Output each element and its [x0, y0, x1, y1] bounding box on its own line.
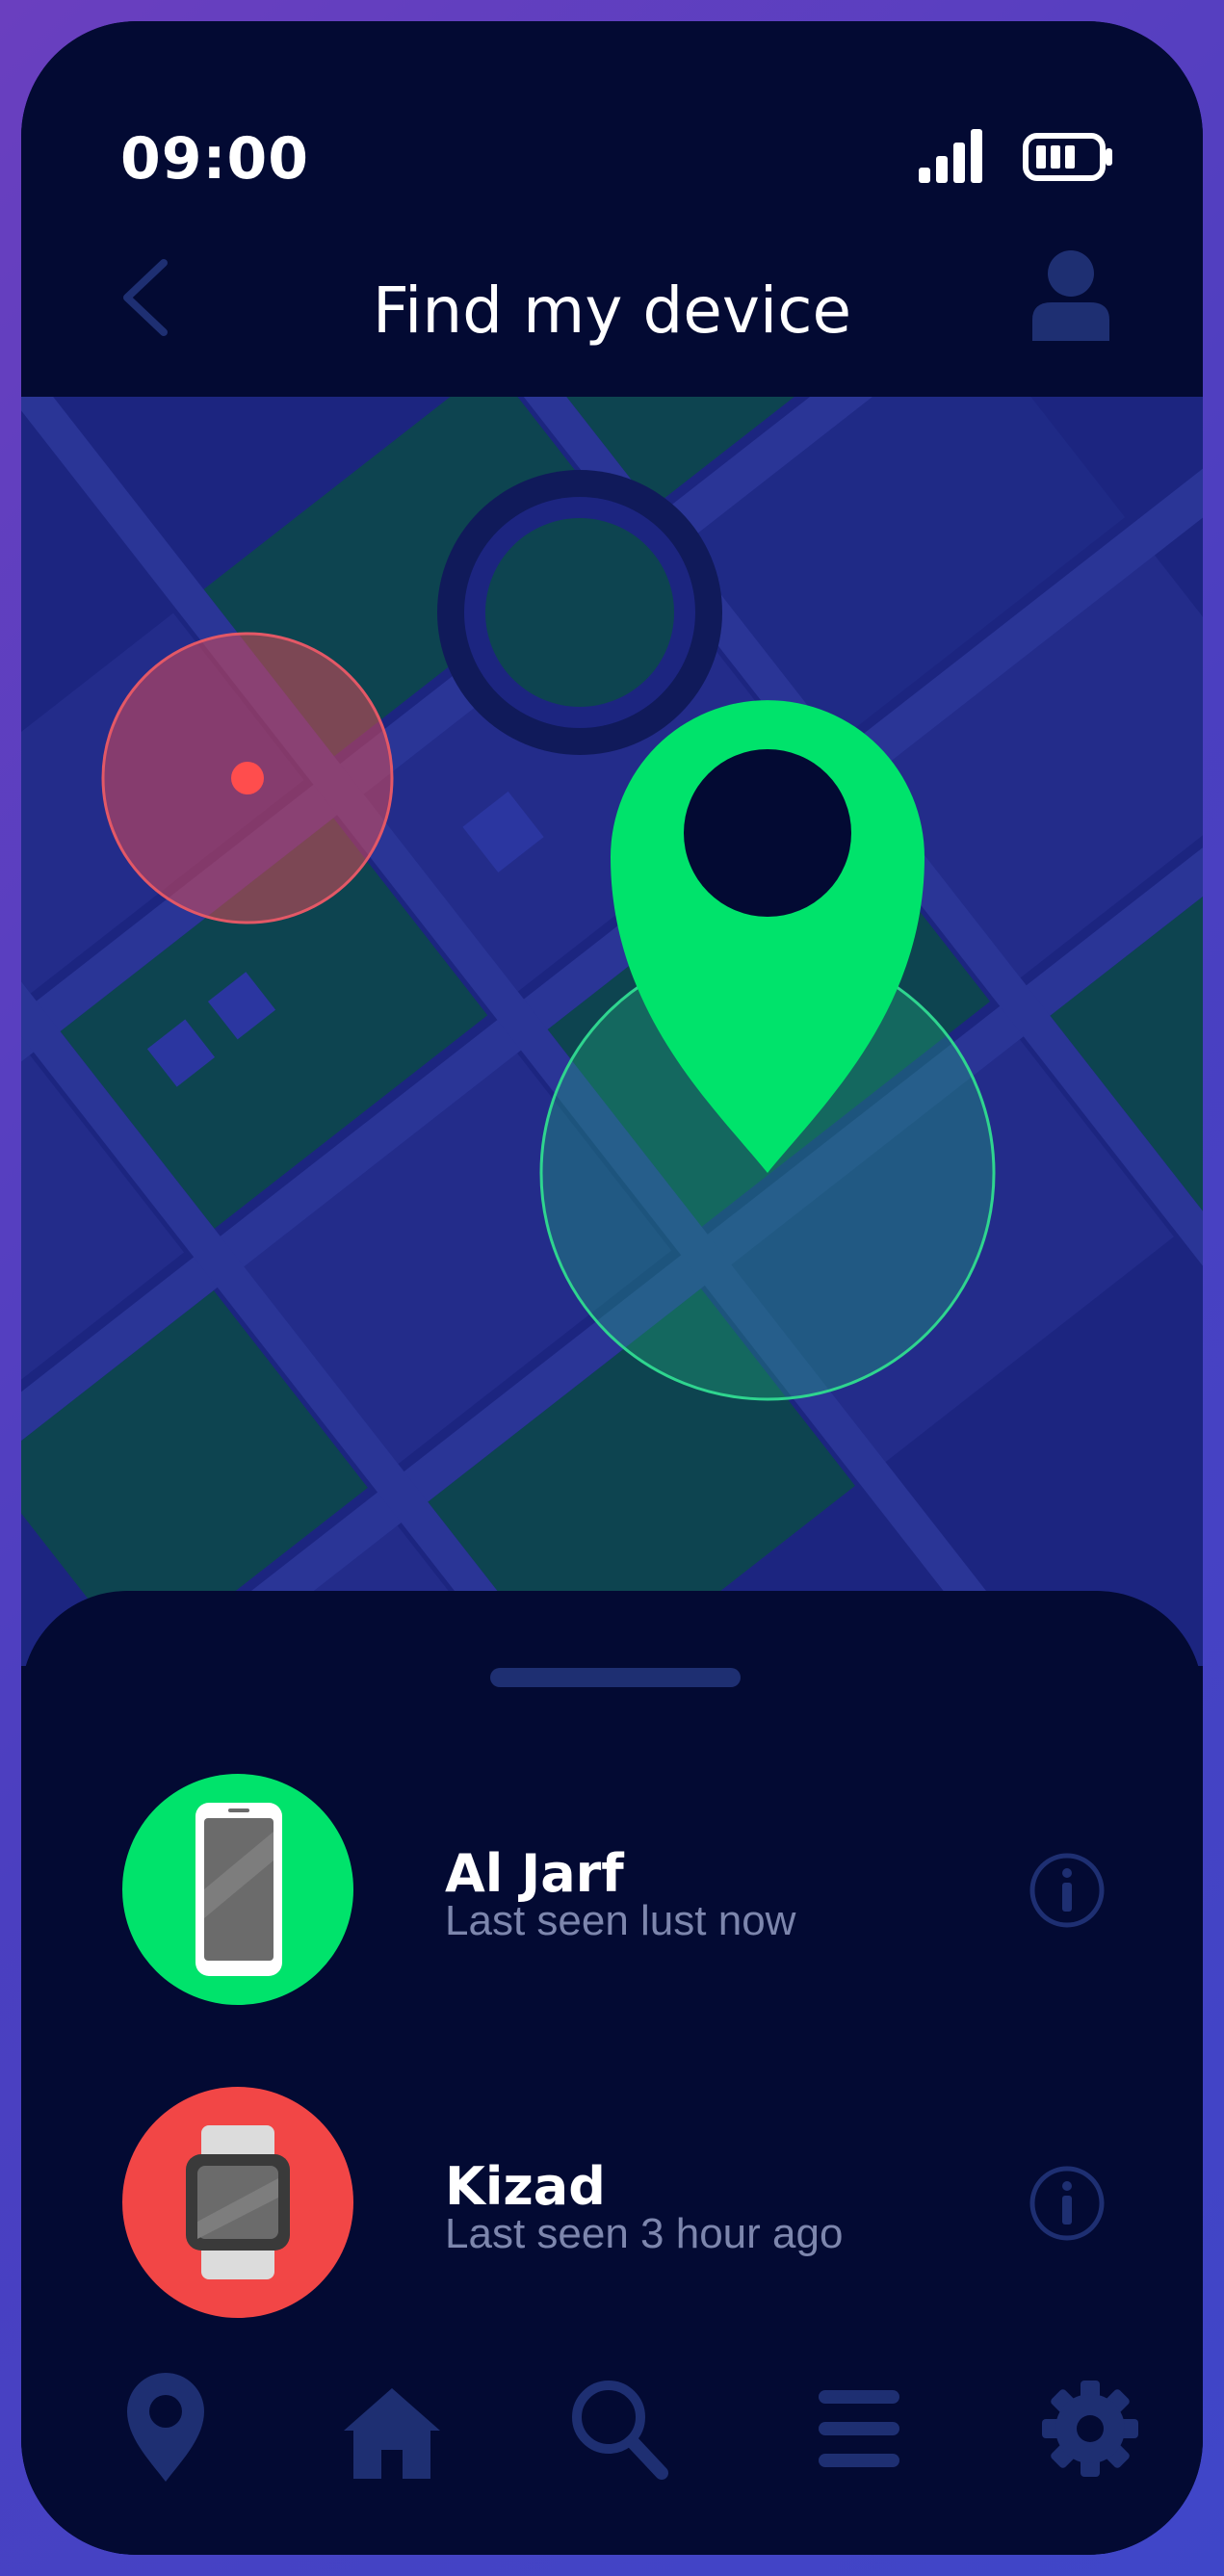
device-name: Al Jarf	[445, 1843, 624, 1904]
page-title: Find my device	[372, 273, 852, 348]
device-list-sheet: Al Jarf Last seen lust now Kizad Last se…	[21, 1591, 1203, 2555]
smartphone-icon	[195, 1803, 282, 1976]
device-name: Kizad	[445, 2156, 606, 2217]
list-item-device[interactable]: Al Jarf Last seen lust now	[21, 1774, 1203, 2005]
signal-icon	[919, 129, 982, 183]
device-last-seen: Last seen 3 hour ago	[445, 2210, 844, 2257]
profile-icon[interactable]	[1032, 250, 1109, 341]
bottom-navigation	[21, 2371, 1203, 2496]
menu-icon[interactable]	[811, 2371, 907, 2486]
location-icon[interactable]	[122, 2371, 209, 2486]
device-avatar	[122, 1774, 353, 2005]
device-location-dot	[231, 762, 264, 794]
phone-screen: 09:00 Find my device Al Jarf Last seen l…	[21, 21, 1203, 2555]
map-view[interactable]	[21, 376, 1203, 1666]
drag-handle[interactable]	[490, 1668, 741, 1687]
info-icon[interactable]	[1028, 2164, 1107, 2243]
info-icon[interactable]	[1028, 1851, 1107, 1930]
settings-icon[interactable]	[1037, 2371, 1143, 2486]
list-item-device[interactable]: Kizad Last seen 3 hour ago	[21, 2087, 1203, 2318]
status-time: 09:00	[120, 125, 309, 193]
device-last-seen: Last seen lust now	[445, 1897, 796, 1944]
home-icon[interactable]	[339, 2371, 445, 2486]
search-icon[interactable]	[565, 2371, 671, 2486]
battery-icon	[1023, 133, 1112, 181]
device-avatar	[122, 2087, 353, 2318]
smartwatch-icon	[186, 2125, 290, 2279]
